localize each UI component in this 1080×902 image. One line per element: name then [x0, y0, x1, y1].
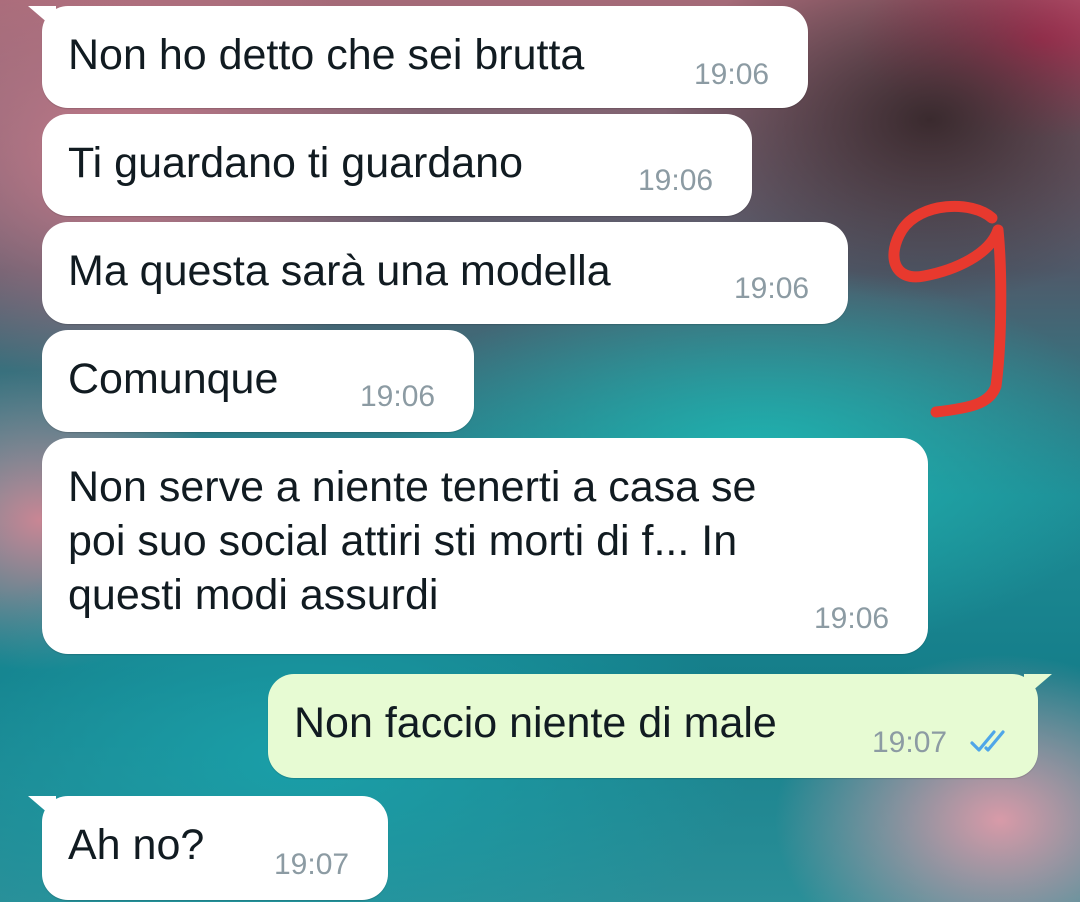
message-text: Ah no? [68, 821, 205, 869]
message-timestamp: 19:06 [694, 58, 770, 91]
message-bubble-incoming[interactable]: Ti guardano ti guardano 19:06 [42, 114, 752, 216]
message-bubble-incoming[interactable]: Non serve a niente tenerti a casa se poi… [42, 438, 928, 654]
message-text: Ti guardano ti guardano [68, 139, 524, 187]
message-bubble-incoming[interactable]: Ma questa sarà una modella 19:06 [42, 222, 848, 324]
message-timestamp: 19:06 [814, 602, 890, 635]
bubble-tail [1024, 674, 1052, 698]
red-nine-annotation [888, 200, 1007, 418]
bubble-tail [28, 6, 56, 30]
message-bubble-incoming[interactable]: Non ho detto che sei brutta 19:06 [28, 6, 808, 108]
message-text: Non faccio niente di male [294, 699, 777, 747]
message-timestamp: 19:07 [274, 848, 350, 881]
message-bubble-incoming[interactable]: Comunque 19:06 [42, 330, 474, 432]
message-bubble-incoming[interactable]: Ah no? 19:07 [28, 796, 388, 900]
bubble-tail [28, 796, 56, 820]
message-timestamp: 19:06 [360, 380, 436, 413]
message-timestamp: 19:06 [734, 272, 810, 305]
message-text: Non serve a niente tenerti a casa se poi… [68, 463, 757, 619]
message-timestamp: 19:06 [638, 164, 714, 197]
message-text: Comunque [68, 355, 279, 403]
double-check-read-icon [970, 730, 1005, 752]
message-text: Non ho detto che sei brutta [68, 31, 585, 79]
message-bubble-outgoing[interactable]: Non faccio niente di male 19:07 [268, 674, 1052, 778]
message-text: Ma questa sarà una modella [68, 247, 611, 295]
message-timestamp: 19:07 [872, 726, 948, 759]
